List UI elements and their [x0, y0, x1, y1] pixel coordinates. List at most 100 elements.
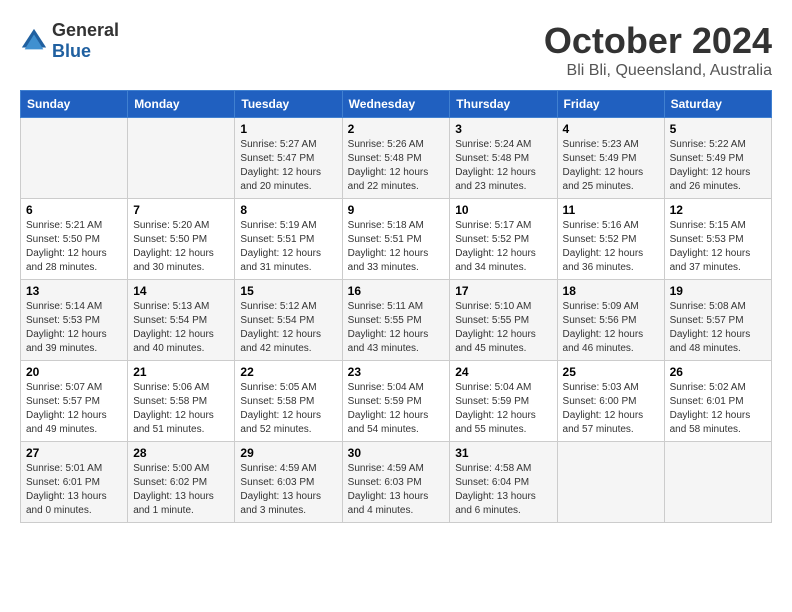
day-number: 1 — [240, 122, 336, 136]
calendar-cell: 13 Sunrise: 5:14 AMSunset: 5:53 PMDayligh… — [21, 280, 128, 361]
day-info: Sunrise: 5:17 AMSunset: 5:52 PMDaylight:… — [455, 219, 551, 275]
day-number: 31 — [455, 446, 551, 460]
calendar-cell: 31 Sunrise: 4:58 AMSunset: 6:04 PMDayligh… — [450, 442, 557, 523]
day-info: Sunrise: 5:09 AMSunset: 5:56 PMDaylight:… — [563, 300, 659, 356]
day-info: Sunrise: 5:03 AMSunset: 6:00 PMDaylight:… — [563, 381, 659, 437]
calendar-cell: 18 Sunrise: 5:09 AMSunset: 5:56 PMDayligh… — [557, 280, 664, 361]
calendar-cell: 5 Sunrise: 5:22 AMSunset: 5:49 PMDaylight… — [664, 118, 771, 199]
calendar-cell — [128, 118, 235, 199]
day-number: 25 — [563, 365, 659, 379]
day-number: 30 — [348, 446, 445, 460]
header-saturday: Saturday — [664, 91, 771, 118]
day-info: Sunrise: 5:02 AMSunset: 6:01 PMDaylight:… — [670, 381, 766, 437]
calendar-cell: 22Sunrise: 5:05 AMSunset: 5:58 PMDayligh… — [235, 361, 342, 442]
day-number: 5 — [670, 122, 766, 136]
header-friday: Friday — [557, 91, 664, 118]
day-number: 16 — [348, 284, 445, 298]
day-info: Sunrise: 5:26 AMSunset: 5:48 PMDaylight:… — [348, 138, 445, 194]
calendar-cell: 3 Sunrise: 5:24 AMSunset: 5:48 PMDaylight… — [450, 118, 557, 199]
header-tuesday: Tuesday — [235, 91, 342, 118]
calendar-header: Sunday Monday Tuesday Wednesday Thursday… — [21, 91, 772, 118]
header-sunday: Sunday — [21, 91, 128, 118]
calendar-cell: 29 Sunrise: 4:59 AMSunset: 6:03 PMDayligh… — [235, 442, 342, 523]
calendar-cell: 26Sunrise: 5:02 AMSunset: 6:01 PMDayligh… — [664, 361, 771, 442]
day-number: 29 — [240, 446, 336, 460]
calendar-cell: 27 Sunrise: 5:01 AMSunset: 6:01 PMDayligh… — [21, 442, 128, 523]
day-number: 10 — [455, 203, 551, 217]
calendar-cell: 7 Sunrise: 5:20 AMSunset: 5:50 PMDaylight… — [128, 199, 235, 280]
calendar-week-2: 6 Sunrise: 5:21 AMSunset: 5:50 PMDaylight… — [21, 199, 772, 280]
day-number: 15 — [240, 284, 336, 298]
day-info: Sunrise: 5:27 AMSunset: 5:47 PMDaylight:… — [240, 138, 336, 194]
day-info: Sunrise: 4:58 AMSunset: 6:04 PMDaylight:… — [455, 462, 551, 518]
day-info: Sunrise: 5:07 AMSunset: 5:57 PMDaylight:… — [26, 381, 122, 437]
calendar-cell: 10 Sunrise: 5:17 AMSunset: 5:52 PMDayligh… — [450, 199, 557, 280]
day-number: 3 — [455, 122, 551, 136]
day-info: Sunrise: 5:15 AMSunset: 5:53 PMDaylight:… — [670, 219, 766, 275]
calendar-cell: 1 Sunrise: 5:27 AMSunset: 5:47 PMDaylight… — [235, 118, 342, 199]
day-number: 21 — [133, 365, 229, 379]
calendar-cell: 28Sunrise: 5:00 AMSunset: 6:02 PMDayligh… — [128, 442, 235, 523]
day-number: 24 — [455, 365, 551, 379]
calendar-week-5: 27 Sunrise: 5:01 AMSunset: 6:01 PMDayligh… — [21, 442, 772, 523]
day-number: 7 — [133, 203, 229, 217]
day-info: Sunrise: 5:18 AMSunset: 5:51 PMDaylight:… — [348, 219, 445, 275]
logo: General Blue — [20, 20, 119, 62]
title-area: October 2024 Bli Bli, Queensland, Austra… — [544, 20, 772, 80]
logo-general: General — [52, 20, 119, 40]
day-info: Sunrise: 5:10 AMSunset: 5:55 PMDaylight:… — [455, 300, 551, 356]
calendar-cell: 6 Sunrise: 5:21 AMSunset: 5:50 PMDaylight… — [21, 199, 128, 280]
calendar-cell: 16Sunrise: 5:11 AMSunset: 5:55 PMDayligh… — [342, 280, 450, 361]
calendar-cell: 20 Sunrise: 5:07 AMSunset: 5:57 PMDayligh… — [21, 361, 128, 442]
calendar-cell: 4Sunrise: 5:23 AMSunset: 5:49 PMDaylight… — [557, 118, 664, 199]
day-info: Sunrise: 5:22 AMSunset: 5:49 PMDaylight:… — [670, 138, 766, 194]
day-info: Sunrise: 5:14 AMSunset: 5:53 PMDaylight:… — [26, 300, 122, 356]
day-info: Sunrise: 5:01 AMSunset: 6:01 PMDaylight:… — [26, 462, 122, 518]
calendar-cell — [557, 442, 664, 523]
day-number: 6 — [26, 203, 122, 217]
calendar-cell: 14Sunrise: 5:13 AMSunset: 5:54 PMDayligh… — [128, 280, 235, 361]
day-info: Sunrise: 5:08 AMSunset: 5:57 PMDaylight:… — [670, 300, 766, 356]
day-info: Sunrise: 5:20 AMSunset: 5:50 PMDaylight:… — [133, 219, 229, 275]
calendar-cell: 2Sunrise: 5:26 AMSunset: 5:48 PMDaylight… — [342, 118, 450, 199]
day-number: 17 — [455, 284, 551, 298]
day-info: Sunrise: 5:19 AMSunset: 5:51 PMDaylight:… — [240, 219, 336, 275]
calendar-week-4: 20 Sunrise: 5:07 AMSunset: 5:57 PMDayligh… — [21, 361, 772, 442]
calendar-cell: 9 Sunrise: 5:18 AMSunset: 5:51 PMDaylight… — [342, 199, 450, 280]
calendar-table: Sunday Monday Tuesday Wednesday Thursday… — [20, 90, 772, 523]
day-number: 20 — [26, 365, 122, 379]
calendar-cell: 19Sunrise: 5:08 AMSunset: 5:57 PMDayligh… — [664, 280, 771, 361]
day-number: 27 — [26, 446, 122, 460]
day-info: Sunrise: 5:24 AMSunset: 5:48 PMDaylight:… — [455, 138, 551, 194]
calendar-cell: 17 Sunrise: 5:10 AMSunset: 5:55 PMDayligh… — [450, 280, 557, 361]
day-info: Sunrise: 5:04 AMSunset: 5:59 PMDaylight:… — [348, 381, 445, 437]
logo-blue: Blue — [52, 41, 91, 61]
weekday-header-row: Sunday Monday Tuesday Wednesday Thursday… — [21, 91, 772, 118]
day-number: 18 — [563, 284, 659, 298]
day-number: 9 — [348, 203, 445, 217]
day-info: Sunrise: 4:59 AMSunset: 6:03 PMDaylight:… — [240, 462, 336, 518]
day-info: Sunrise: 5:21 AMSunset: 5:50 PMDaylight:… — [26, 219, 122, 275]
header-thursday: Thursday — [450, 91, 557, 118]
calendar-cell — [664, 442, 771, 523]
calendar-cell: 24 Sunrise: 5:04 AMSunset: 5:59 PMDayligh… — [450, 361, 557, 442]
calendar-week-1: 1 Sunrise: 5:27 AMSunset: 5:47 PMDaylight… — [21, 118, 772, 199]
day-info: Sunrise: 5:16 AMSunset: 5:52 PMDaylight:… — [563, 219, 659, 275]
day-number: 13 — [26, 284, 122, 298]
calendar-cell: 8 Sunrise: 5:19 AMSunset: 5:51 PMDaylight… — [235, 199, 342, 280]
day-info: Sunrise: 5:05 AMSunset: 5:58 PMDaylight:… — [240, 381, 336, 437]
logo-icon — [20, 27, 48, 55]
calendar-cell: 23Sunrise: 5:04 AMSunset: 5:59 PMDayligh… — [342, 361, 450, 442]
calendar-body: 1 Sunrise: 5:27 AMSunset: 5:47 PMDaylight… — [21, 118, 772, 523]
header-wednesday: Wednesday — [342, 91, 450, 118]
header-monday: Monday — [128, 91, 235, 118]
calendar-cell: 15 Sunrise: 5:12 AMSunset: 5:54 PMDayligh… — [235, 280, 342, 361]
day-number: 8 — [240, 203, 336, 217]
day-info: Sunrise: 5:12 AMSunset: 5:54 PMDaylight:… — [240, 300, 336, 356]
day-info: Sunrise: 5:04 AMSunset: 5:59 PMDaylight:… — [455, 381, 551, 437]
calendar-cell: 25 Sunrise: 5:03 AMSunset: 6:00 PMDayligh… — [557, 361, 664, 442]
day-info: Sunrise: 5:13 AMSunset: 5:54 PMDaylight:… — [133, 300, 229, 356]
day-number: 4 — [563, 122, 659, 136]
day-number: 28 — [133, 446, 229, 460]
calendar-cell — [21, 118, 128, 199]
